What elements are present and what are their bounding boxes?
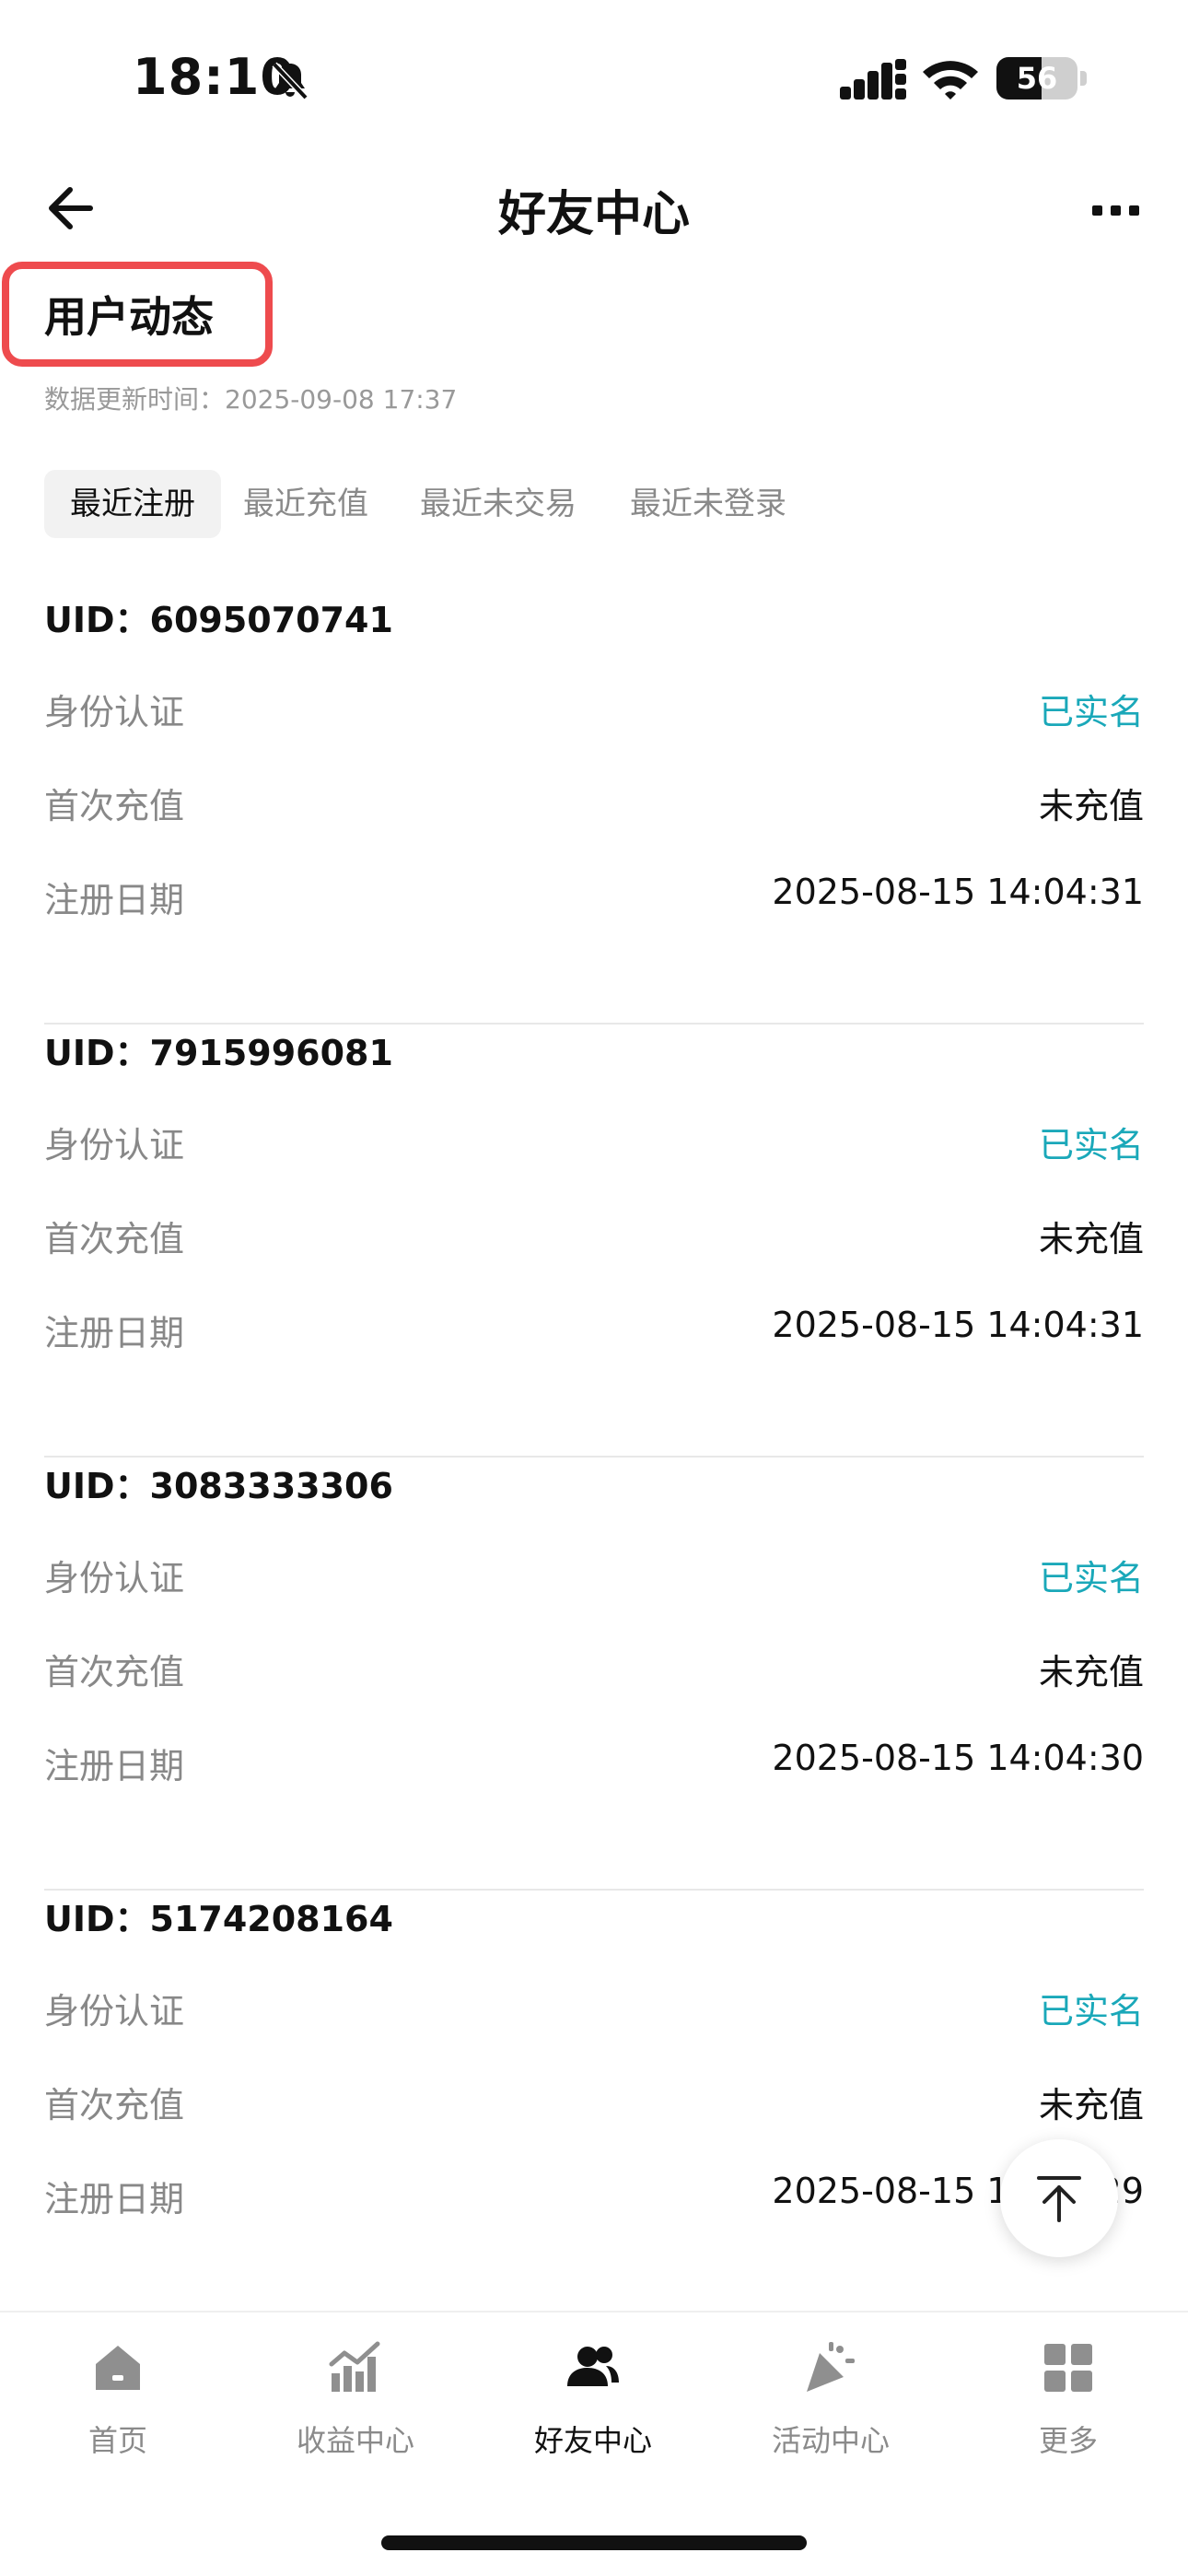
tab-recent-deposit[interactable]: 最近充值 (243, 470, 390, 538)
tab-recent-register[interactable]: 最近注册 (44, 470, 221, 538)
register-date-value: 2025-08-15 14:04:31 (772, 1305, 1144, 1345)
cellular-signal-icon (840, 59, 906, 100)
friends-icon (567, 2347, 619, 2386)
first-deposit-label: 首次充值 (44, 1219, 185, 1259)
user-uid: UID：3083333306 (44, 1466, 393, 1506)
party-icon (807, 2342, 855, 2392)
identity-label: 身份认证 (44, 1991, 185, 2032)
register-date-value: 2025-08-15 14:04:30 (772, 1738, 1144, 1778)
register-date-label: 注册日期 (44, 2179, 185, 2219)
first-deposit-status: 未充值 (1038, 786, 1144, 826)
more-options-icon[interactable] (1090, 190, 1142, 230)
page-title: 好友中心 (497, 187, 690, 242)
user-uid: UID：6095070741 (44, 600, 393, 640)
register-date-label: 注册日期 (44, 1746, 185, 1786)
identity-status: 已实名 (1038, 1558, 1144, 1598)
arrow-up-to-top-icon (1037, 2176, 1081, 2222)
identity-label: 身份认证 (44, 1125, 185, 1165)
chart-icon (329, 2341, 380, 2392)
back-to-top-button[interactable] (1000, 2139, 1118, 2257)
tabbar-item-friends[interactable]: 好友中心 (501, 2340, 685, 2478)
identity-status: 已实名 (1038, 1991, 1144, 2032)
list-item[interactable]: UID：5174208164 身份认证 已实名 首次充值 未充值 注册日期 20… (44, 1891, 1144, 2324)
identity-status: 已实名 (1038, 1125, 1144, 1165)
identity-status: 已实名 (1038, 692, 1144, 732)
list-item[interactable]: UID：3083333306 身份认证 已实名 首次充值 未充值 注册日期 20… (44, 1458, 1144, 1891)
identity-label: 身份认证 (44, 1558, 185, 1598)
battery-icon: 56 (996, 57, 1089, 100)
list-item[interactable]: UID：6095070741 身份认证 已实名 首次充值 未充值 注册日期 20… (44, 591, 1144, 1025)
battery-percent: 56 (1016, 61, 1058, 96)
status-bar: 18:10 56 (0, 0, 1188, 157)
tab-recent-no-login[interactable]: 最近未登录 (630, 470, 833, 538)
friend-center-page: 18:10 56 好友中心 用户动态 数据更新时间：2025-09-08 17:… (0, 0, 1188, 2576)
grid-icon (1044, 2344, 1092, 2392)
tabbar-item-activities[interactable]: 活动中心 (739, 2340, 923, 2478)
home-icon (96, 2346, 140, 2390)
user-uid: UID：7915996081 (44, 1033, 393, 1073)
tabbar-item-more[interactable]: 更多 (976, 2340, 1160, 2478)
first-deposit-status: 未充值 (1038, 2085, 1144, 2125)
identity-label: 身份认证 (44, 692, 185, 732)
bell-muted-icon (272, 62, 309, 100)
user-uid: UID：5174208164 (44, 1899, 393, 1939)
data-update-time: 数据更新时间：2025-09-08 17:37 (44, 384, 458, 415)
home-indicator[interactable] (381, 2535, 807, 2550)
first-deposit-label: 首次充值 (44, 2085, 185, 2125)
register-date-label: 注册日期 (44, 1313, 185, 1353)
tabbar-label: 好友中心 (533, 2423, 652, 2458)
tabbar-item-home[interactable]: 首页 (26, 2340, 210, 2478)
tabbar-label: 首页 (87, 2423, 147, 2458)
first-deposit-status: 未充值 (1038, 1652, 1144, 1692)
first-deposit-label: 首次充值 (44, 1652, 185, 1692)
section-title: 用户动态 (44, 292, 214, 342)
tab-recent-no-trade[interactable]: 最近未交易 (420, 470, 604, 538)
battery-shell: 56 (996, 57, 1077, 100)
register-date-label: 注册日期 (44, 880, 185, 920)
first-deposit-label: 首次充值 (44, 786, 185, 826)
tabbar-label: 更多 (1038, 2423, 1098, 2458)
tabbar-item-earnings[interactable]: 收益中心 (263, 2340, 448, 2478)
tabbar-label: 活动中心 (771, 2423, 890, 2458)
list-item[interactable]: UID：7915996081 身份认证 已实名 首次充值 未充值 注册日期 20… (44, 1025, 1144, 1458)
tabbar-label: 收益中心 (296, 2423, 414, 2458)
register-date-value: 2025-08-15 14:04:31 (772, 872, 1144, 912)
wifi-icon (923, 61, 978, 100)
first-deposit-status: 未充值 (1038, 1219, 1144, 1259)
battery-tip (1080, 71, 1087, 86)
